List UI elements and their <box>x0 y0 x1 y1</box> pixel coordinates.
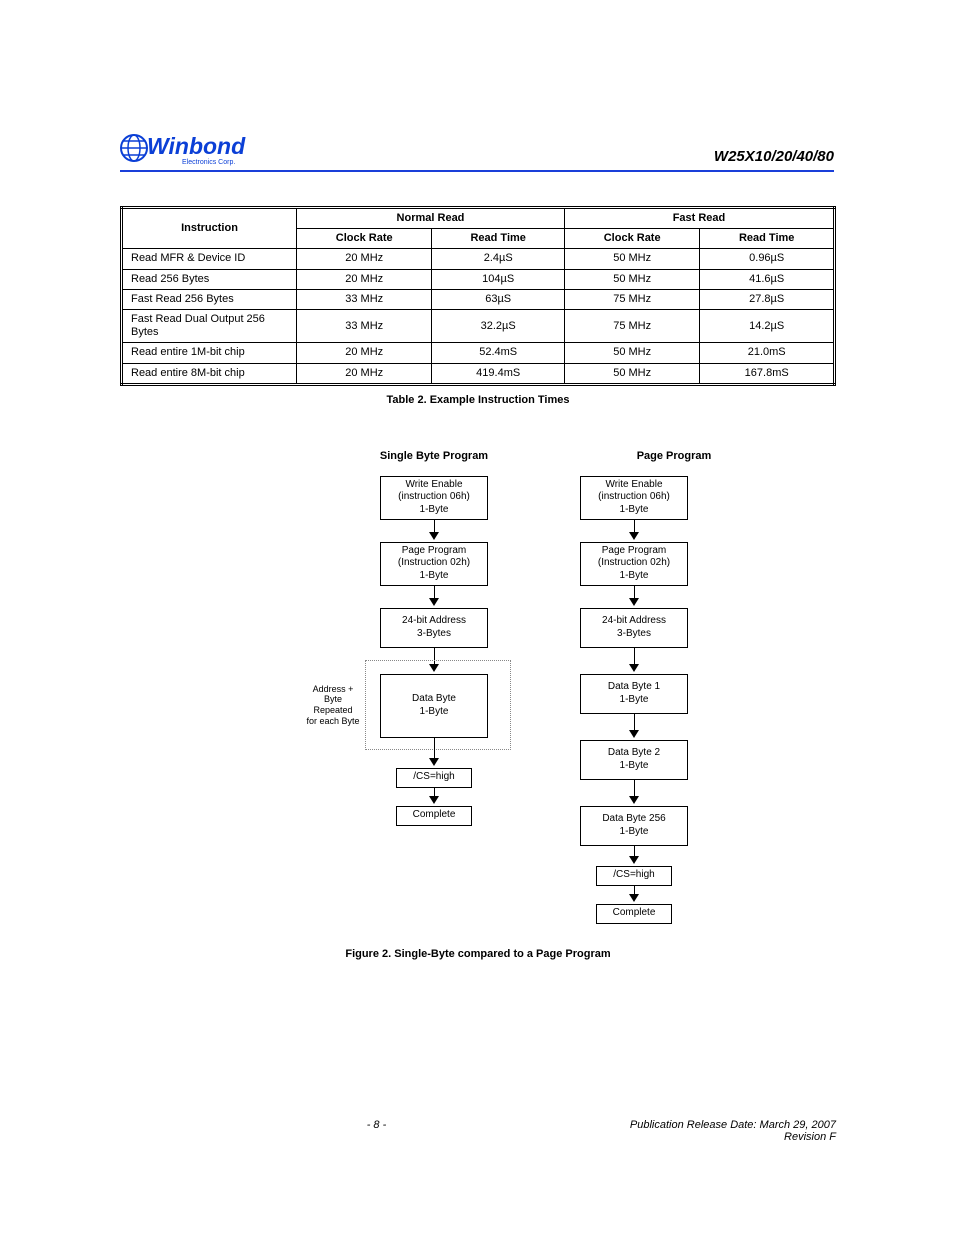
flow-box: Data Byte 2561-Byte <box>580 806 688 846</box>
col-instruction: Instruction <box>122 208 297 249</box>
flow-box: Data Byte 21-Byte <box>580 740 688 780</box>
flow-box: Data Byte1-Byte <box>380 674 488 738</box>
flow-box: Complete <box>396 806 472 826</box>
flow-right-title: Page Program <box>574 450 774 462</box>
flow-box: Data Byte 11-Byte <box>580 674 688 714</box>
table-row: Read entire 1M-bit chip 20 MHz 52.4mS 50… <box>122 343 835 363</box>
part-number: W25X10/20/40/80 <box>714 148 834 165</box>
col-normal-read: Normal Read <box>297 208 565 229</box>
footer-page: - 8 - <box>367 1119 387 1143</box>
svg-text:Winbond: Winbond <box>147 133 246 159</box>
flow-box: Complete <box>596 904 672 924</box>
instruction-times-table: Instruction Normal Read Fast Read Clock … <box>120 206 836 386</box>
header-rule <box>120 170 834 172</box>
flow-box: Page Program(Instruction 02h)1-Byte <box>580 542 688 586</box>
table-caption: Table 2. Example Instruction Times <box>120 394 836 406</box>
col-normal-time: Read Time <box>432 229 565 249</box>
flow-box: Write Enable(instruction 06h)1-Byte <box>580 476 688 520</box>
flow-box: /CS=high <box>596 866 672 886</box>
table-row: Fast Read 256 Bytes 33 MHz 63µS 75 MHz 2… <box>122 289 835 309</box>
flow-box: Write Enable(instruction 06h)1-Byte <box>380 476 488 520</box>
footer-left <box>120 1119 123 1143</box>
col-fast-clock: Clock Rate <box>564 229 699 249</box>
flow-caption: Figure 2. Single-Byte compared to a Page… <box>120 948 836 960</box>
table-row: Read MFR & Device ID 20 MHz 2.4µS 50 MHz… <box>122 249 835 269</box>
flow-left-title: Single Byte Program <box>334 450 534 462</box>
flowcharts: Single Byte Program Write Enable(instruc… <box>120 450 836 1040</box>
flow-box: Page Program(Instruction 02h)1-Byte <box>380 542 488 586</box>
table-row: Read 256 Bytes 20 MHz 104µS 50 MHz 41.6µ… <box>122 269 835 289</box>
footer-rev: Revision F <box>630 1131 836 1143</box>
col-fast-time: Read Time <box>700 229 835 249</box>
flow-box: 24-bit Address3-Bytes <box>580 608 688 648</box>
table-row: Fast Read Dual Output 256 Bytes 33 MHz 3… <box>122 309 835 342</box>
page-footer: - 8 - Publication Release Date: March 29… <box>120 1119 836 1143</box>
footer-pub: Publication Release Date: March 29, 2007 <box>630 1119 836 1131</box>
col-normal-clock: Clock Rate <box>297 229 432 249</box>
loop-label: Address + ByteRepeatedfor each Byte <box>303 684 363 727</box>
flow-box: /CS=high <box>396 768 472 788</box>
col-fast-read: Fast Read <box>564 208 834 229</box>
svg-text:Electronics Corp.: Electronics Corp. <box>182 159 235 166</box>
flow-box: 24-bit Address3-Bytes <box>380 608 488 648</box>
table-row: Read entire 8M-bit chip 20 MHz 419.4mS 5… <box>122 363 835 384</box>
